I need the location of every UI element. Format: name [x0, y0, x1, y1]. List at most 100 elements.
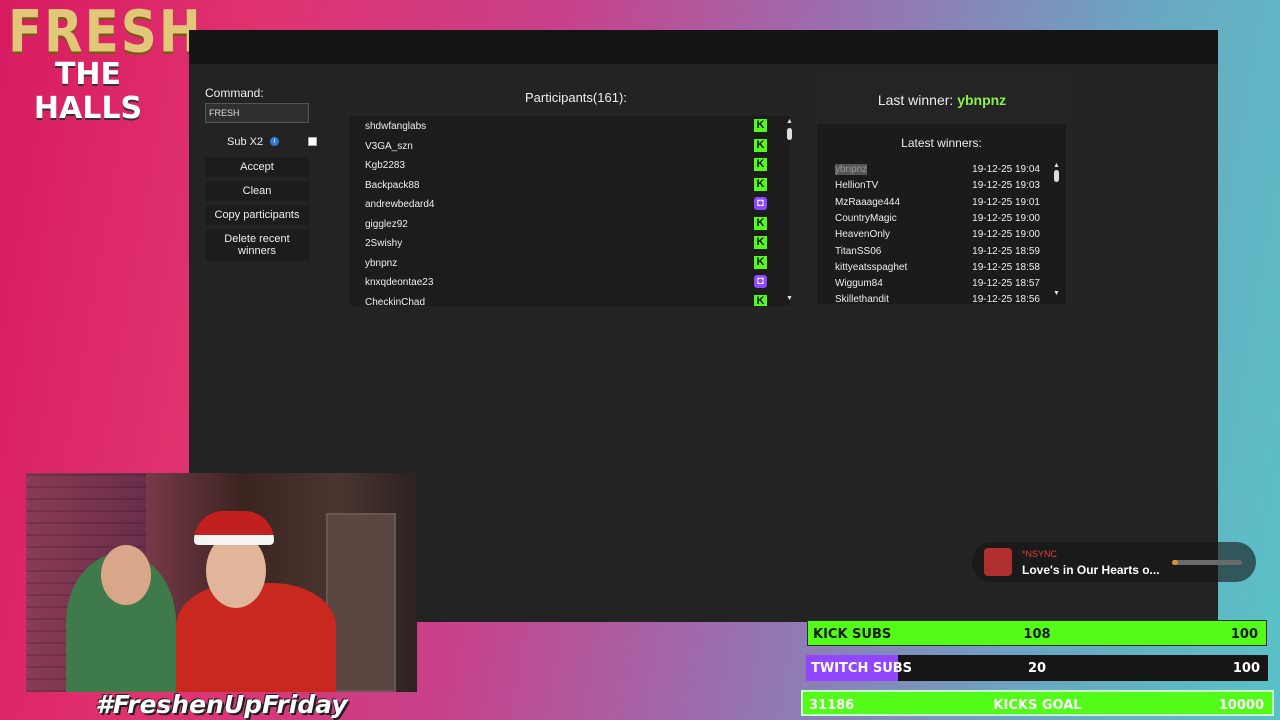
now-playing-title: Love's in Our Hearts o... — [1022, 563, 1160, 577]
participant-row[interactable]: ybnpnz K — [350, 253, 790, 273]
twitch-subs-count: 20 — [1027, 661, 1047, 676]
sub-x2-checkbox[interactable] — [308, 137, 317, 146]
winner-row[interactable]: Skillethandit 19-12-25 18:56 — [835, 292, 1040, 308]
winner-name: HeavenOnly — [835, 229, 891, 241]
winner-name: kittyeatsspaghet — [835, 261, 908, 273]
participant-row[interactable]: Backpack88 K — [350, 175, 790, 195]
winner-row[interactable]: HeavenOnly 19-12-25 19:00 — [835, 227, 1040, 243]
participants-scrollbar-thumb[interactable] — [787, 128, 792, 140]
winner-name: HellionTV — [835, 180, 879, 192]
kick-logo-icon: K — [754, 216, 767, 230]
kicks-goal-target: 10000 — [1218, 698, 1264, 713]
participant-row[interactable]: andrewbedard4 ◘ — [350, 194, 790, 214]
now-playing-artist: *NSYNC — [1022, 549, 1058, 559]
kick-logo-icon: K — [754, 255, 767, 269]
twitch-logo-icon: ◘ — [754, 197, 767, 210]
accept-button[interactable]: Accept — [205, 157, 309, 177]
kick-subs-count: 108 — [1023, 627, 1051, 642]
winner-row[interactable]: TitanSS06 19-12-25 18:59 — [835, 244, 1040, 260]
winner-row[interactable]: HellionTV 19-12-25 19:03 — [835, 178, 1040, 194]
last-winner-label: Last winner: — [877, 92, 954, 108]
person-right — [176, 583, 336, 692]
twitch-subs-target: 100 — [1232, 661, 1260, 676]
participant-name: knxqdeontae23 — [365, 277, 434, 288]
latest-winners-title: Latest winners: — [901, 136, 982, 150]
santa-hat — [194, 511, 274, 545]
winner-time: 19-12-25 19:03 — [972, 180, 1040, 192]
winner-time: 19-12-25 19:00 — [972, 212, 1040, 224]
now-playing-widget: *NSYNC Love's in Our Hearts o... — [972, 542, 1256, 582]
winner-row[interactable]: MzRaaage444 19-12-25 19:01 — [835, 195, 1040, 211]
winner-name: TitanSS06 — [835, 245, 882, 257]
participant-name: V3GA_szn — [365, 140, 413, 152]
winners-scroll-down-icon[interactable]: ▼ — [1053, 290, 1060, 297]
winner-name: Skillethandit — [835, 294, 889, 306]
app-top-bar — [189, 30, 1218, 64]
participant-row[interactable]: 2Swishy K — [350, 233, 790, 253]
delete-recent-winners-button[interactable]: Delete recent winners — [205, 229, 309, 261]
face-left — [101, 545, 151, 605]
participant-name: andrewbedard4 — [365, 199, 435, 210]
webcam-feed — [26, 473, 417, 692]
winners-scroll-up-icon[interactable]: ▲ — [1053, 162, 1060, 169]
winner-row[interactable]: kittyeatsspaghet 19-12-25 18:58 — [835, 260, 1040, 276]
hashtag-banner: #FreshenUpFriday — [95, 690, 348, 719]
kick-subs-target: 100 — [1230, 627, 1258, 642]
kick-logo-icon: K — [754, 177, 767, 191]
last-winner-heading: Last winner: ybnpnz — [812, 92, 1072, 108]
winner-panel: Last winner: ybnpnz Latest winners: ▲ ▼ … — [812, 70, 1072, 310]
winners-scrollbar-thumb[interactable] — [1054, 170, 1059, 182]
album-art — [984, 548, 1012, 576]
participant-row[interactable]: Kgb2283 K — [350, 155, 790, 175]
winner-time: 19-12-25 19:04 — [972, 164, 1040, 175]
participant-name: Backpack88 — [365, 179, 420, 191]
logo-line-1: FRESH — [8, 0, 203, 66]
kicks-goal-bar: 31186 KICKS GOAL 10000 — [801, 690, 1274, 716]
twitch-subs-goal-bar: TWITCH SUBS 20 100 — [806, 655, 1268, 681]
info-icon[interactable]: i — [270, 137, 279, 146]
winner-time: 19-12-25 18:57 — [972, 278, 1040, 290]
winner-row[interactable]: Wiggum84 19-12-25 18:57 — [835, 276, 1040, 292]
door — [326, 513, 396, 692]
kick-logo-icon: K — [754, 119, 767, 132]
fresh-the-halls-logo: FRESH THE HALLS — [8, 2, 201, 126]
kick-logo-icon: K — [754, 158, 767, 171]
command-panel: Command: Sub X2 i Accept Clean Copy part… — [205, 86, 320, 261]
winner-row[interactable]: CountryMagic 19-12-25 19:00 — [835, 211, 1040, 227]
command-input[interactable] — [205, 103, 309, 123]
participants-title: Participants(161): — [525, 90, 627, 105]
participant-name: CheckinChad — [365, 296, 426, 307]
winner-row[interactable]: ybnpnz 19-12-25 19:04 — [835, 162, 1040, 178]
participant-row[interactable]: shdwfanglabs K — [350, 116, 790, 136]
logo-line-2: THE HALLS — [33, 57, 143, 126]
participant-row[interactable]: V3GA_szn K — [350, 136, 790, 156]
kick-logo-icon: K — [754, 138, 767, 152]
winner-time: 19-12-25 18:59 — [972, 245, 1040, 257]
participants-scroll-up-icon[interactable]: ▲ — [786, 118, 793, 125]
twitch-logo-icon: ◘ — [754, 275, 767, 288]
kick-logo-icon: K — [754, 236, 767, 249]
participants-scroll-down-icon[interactable]: ▼ — [786, 295, 793, 302]
participant-row[interactable]: knxqdeontae23 ◘ — [350, 272, 790, 292]
participant-row[interactable]: gigglez92 K — [350, 214, 790, 234]
sub-x2-label: Sub X2 — [227, 136, 264, 148]
participant-name: Kgb2283 — [365, 160, 406, 171]
kick-logo-icon: K — [754, 294, 767, 306]
kick-subs-goal-bar: KICK SUBS 108 100 — [807, 620, 1267, 646]
sub-x2-row: Sub X2 i — [205, 131, 320, 153]
winner-time: 19-12-25 19:01 — [972, 196, 1040, 208]
participant-name: shdwfanglabs — [365, 121, 427, 132]
winner-name: Wiggum84 — [835, 278, 883, 290]
latest-winners-box[interactable]: Latest winners: ▲ ▼ ybnpnz 19-12-25 19:04… — [817, 124, 1066, 305]
winner-time: 19-12-25 18:56 — [972, 294, 1040, 306]
participant-name: ybnpnz — [365, 257, 398, 269]
winner-name: MzRaaage444 — [835, 196, 901, 208]
participant-row[interactable]: CheckinChad K — [350, 292, 790, 307]
song-progress-bar — [1172, 560, 1242, 565]
winner-name: ybnpnz — [835, 164, 868, 175]
clean-button[interactable]: Clean — [205, 181, 309, 201]
copy-participants-button[interactable]: Copy participants — [205, 205, 309, 225]
winner-time: 19-12-25 18:58 — [972, 261, 1040, 273]
participants-list[interactable]: shdwfanglabs K V3GA_szn K Kgb2283 K Backpack88… — [350, 116, 790, 306]
song-progress-fill — [1172, 560, 1178, 565]
